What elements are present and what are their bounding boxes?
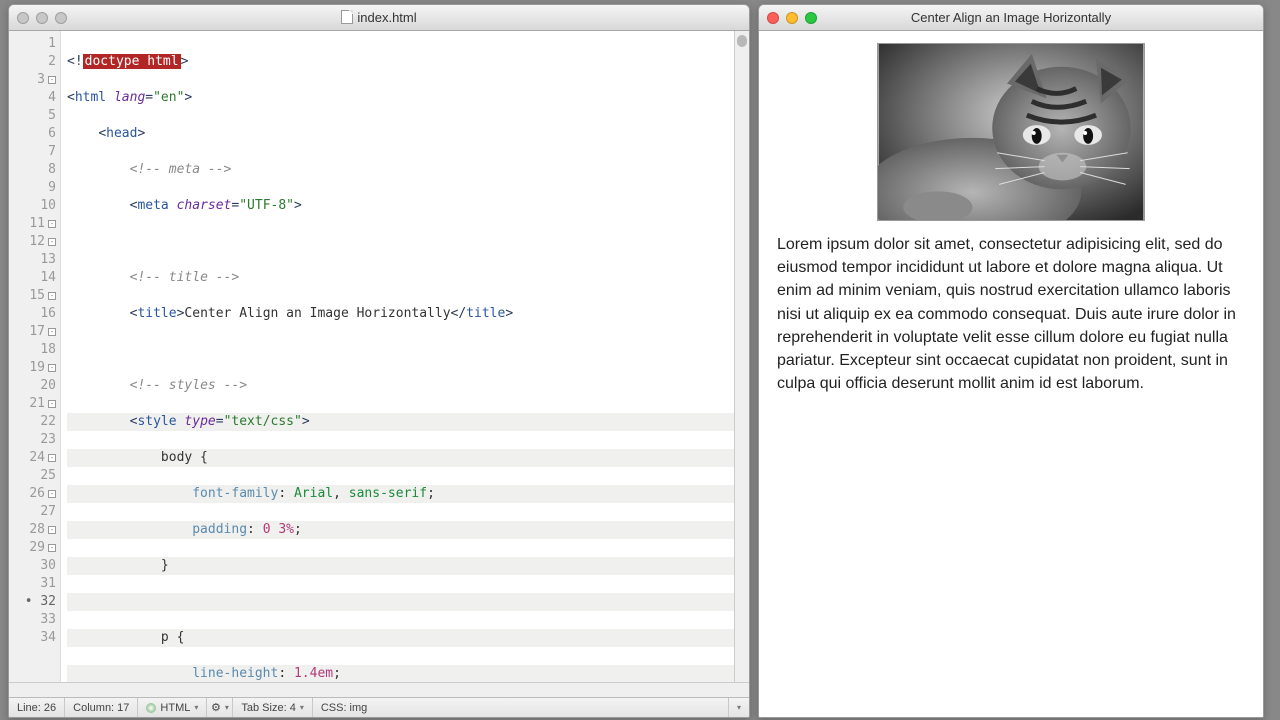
editor-window: index.html 1 2 3- 4 5 6 7 8 9 10 11- 12-… xyxy=(8,4,750,718)
document-icon xyxy=(341,10,353,24)
status-selector[interactable]: CSS: img xyxy=(313,698,729,717)
gear-icon: ⚙ xyxy=(211,701,221,714)
status-lang[interactable]: HTML▾ xyxy=(138,698,207,717)
close-button[interactable] xyxy=(767,12,779,24)
scrollbar-thumb[interactable] xyxy=(737,35,747,47)
status-line: Line: 26 xyxy=(9,698,65,717)
editor-titlebar[interactable]: index.html xyxy=(9,5,749,31)
zoom-button[interactable] xyxy=(805,12,817,24)
status-tabsize[interactable]: Tab Size: 4▾ xyxy=(233,698,312,717)
browser-title: Center Align an Image Horizontally xyxy=(759,10,1263,25)
cat-image xyxy=(877,43,1145,221)
status-gear[interactable]: ⚙▾ xyxy=(207,698,233,717)
editor-scrollbar-horizontal[interactable] xyxy=(9,682,749,697)
line-gutter: 1 2 3- 4 5 6 7 8 9 10 11- 12- 13 14 15- … xyxy=(9,31,61,682)
browser-window: Center Align an Image Horizontally xyxy=(758,4,1264,718)
editor-scrollbar-vertical[interactable] xyxy=(734,31,749,682)
browser-viewport[interactable]: Lorem ipsum dolor sit amet, consectetur … xyxy=(759,31,1263,717)
window-controls xyxy=(767,12,817,24)
minimize-button[interactable] xyxy=(786,12,798,24)
close-button[interactable] xyxy=(17,12,29,24)
window-controls xyxy=(17,12,67,24)
lang-icon xyxy=(146,703,156,713)
code-area[interactable]: <!doctype html> <html lang="en"> <head> … xyxy=(61,31,749,682)
body-text: Lorem ipsum dolor sit amet, consectetur … xyxy=(759,221,1263,395)
editor-title: index.html xyxy=(9,10,749,25)
editor-statusbar: Line: 26 Column: 17 HTML▾ ⚙▾ Tab Size: 4… xyxy=(9,697,749,717)
status-column: Column: 17 xyxy=(65,698,138,717)
browser-titlebar[interactable]: Center Align an Image Horizontally xyxy=(759,5,1263,31)
zoom-button[interactable] xyxy=(55,12,67,24)
editor-body[interactable]: 1 2 3- 4 5 6 7 8 9 10 11- 12- 13 14 15- … xyxy=(9,31,749,682)
minimize-button[interactable] xyxy=(36,12,48,24)
